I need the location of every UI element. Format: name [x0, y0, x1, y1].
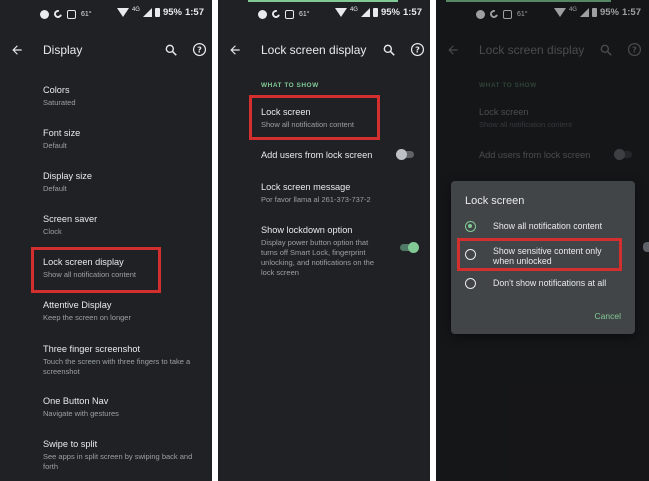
setting-three-finger-screenshot[interactable]: Three finger screenshot Touch the screen… — [43, 343, 208, 377]
search-icon[interactable] — [382, 43, 396, 57]
lock-screen-dialog: Lock screen Show all notification conten… — [451, 181, 635, 334]
setting-lockdown-option[interactable]: Show lockdown option Display power butto… — [261, 224, 386, 278]
arrow-back-icon[interactable] — [10, 43, 24, 57]
setting-summary: Default — [43, 141, 67, 150]
setting-summary: Navigate with gestures — [43, 409, 119, 418]
screenshot-icon — [285, 9, 294, 19]
setting-summary: Touch the screen with three fingers to t… — [43, 357, 191, 376]
highlight-box — [31, 247, 161, 293]
battery-icon — [154, 8, 160, 17]
screenshot-icon — [67, 9, 76, 19]
wifi-icon — [116, 8, 129, 17]
option-label: Don't show notifications at all — [493, 278, 607, 288]
lockdown-toggle[interactable] — [400, 242, 419, 253]
setting-summary: Default — [43, 184, 67, 193]
toggle-thumb — [396, 149, 407, 160]
setting-screen-saver[interactable]: Screen saver Clock — [43, 213, 208, 237]
section-header: WHAT TO SHOW — [261, 82, 319, 89]
dnd-icon — [258, 9, 267, 19]
setting-font-size[interactable]: Font size Default — [43, 127, 208, 151]
setting-title: One Button Nav — [43, 396, 109, 406]
setting-attentive-display[interactable]: Attentive Display Keep the screen on lon… — [43, 299, 208, 323]
setting-title: Screen saver — [43, 214, 98, 224]
setting-display-size[interactable]: Display size Default — [43, 170, 208, 194]
status-bar: 61° 4G 95% 1:57 — [218, 0, 430, 26]
add-users-toggle[interactable] — [396, 149, 414, 160]
radio-selected[interactable] — [465, 221, 476, 232]
option-dont-show[interactable]: Don't show notifications at all — [465, 278, 630, 294]
temperature: 61° — [299, 10, 310, 18]
setting-summary: Por favor llama al 261-373-737-2 — [261, 195, 371, 204]
svg-text:?: ? — [197, 44, 202, 54]
app-bar: Lock screen display ? — [218, 34, 430, 66]
setting-summary: Display power button option that turns o… — [261, 238, 374, 277]
night-icon — [52, 8, 64, 20]
dialog-title: Lock screen — [465, 195, 525, 207]
radio-unselected[interactable] — [465, 278, 476, 289]
setting-summary: Saturated — [43, 98, 76, 107]
network-type: 4G — [131, 6, 140, 13]
setting-summary: See apps in split screen by swiping back… — [43, 452, 193, 471]
lock-screen-display-screen: 61° 4G 95% 1:57 Lock screen display ? WH… — [218, 0, 430, 481]
setting-title: Colors — [43, 85, 70, 95]
option-show-all[interactable]: Show all notification content — [465, 221, 630, 237]
setting-title: Attentive Display — [43, 300, 112, 310]
temperature: 61° — [81, 10, 92, 18]
setting-title: Swipe to split — [43, 439, 98, 449]
battery-percent: 95% — [162, 7, 182, 18]
clock: 1:57 — [402, 7, 422, 18]
setting-title: Show lockdown option — [261, 225, 353, 235]
setting-swipe-to-split[interactable]: Swipe to split See apps in split screen … — [43, 438, 208, 472]
setting-title: Lock screen message — [261, 182, 351, 192]
search-icon[interactable] — [164, 43, 178, 57]
background-toggle-peek — [643, 242, 649, 252]
network-type: 4G — [349, 6, 358, 13]
signal-icon — [142, 8, 152, 17]
signal-icon — [360, 8, 370, 17]
clock: 1:57 — [184, 7, 204, 18]
page-title: Display — [43, 43, 83, 57]
battery-icon — [372, 8, 378, 17]
setting-lock-screen-message[interactable]: Lock screen message Por favor llama al 2… — [261, 181, 426, 205]
setting-title: Display size — [43, 171, 93, 181]
page-title: Lock screen display — [261, 43, 367, 57]
option-label: Show all notification content — [493, 221, 603, 231]
status-bar: 61° 4G 95% 1:57 — [0, 0, 212, 26]
setting-one-button-nav[interactable]: One Button Nav Navigate with gestures — [43, 395, 208, 419]
setting-title: Font size — [43, 128, 81, 138]
arrow-back-icon[interactable] — [228, 43, 242, 57]
setting-summary: Clock — [43, 227, 62, 236]
toggle-thumb — [408, 242, 419, 253]
help-icon[interactable]: ? — [410, 42, 425, 57]
highlight-box — [249, 95, 380, 140]
app-bar: Display ? — [0, 34, 212, 66]
dnd-icon — [40, 9, 49, 19]
display-settings-screen: 61° 4G 95% 1:57 Display ? Colors Saturat… — [0, 0, 212, 481]
help-icon[interactable]: ? — [192, 42, 207, 57]
svg-text:?: ? — [415, 44, 420, 54]
battery-percent: 95% — [380, 7, 400, 18]
night-icon — [270, 8, 282, 20]
highlight-box — [457, 238, 622, 271]
wifi-icon — [334, 8, 347, 17]
lock-screen-dialog-screen: 61° 4G 95% 1:57 Lock screen display ? WH… — [436, 0, 649, 481]
setting-title: Three finger screenshot — [43, 344, 141, 354]
setting-summary: Keep the screen on longer — [43, 313, 131, 322]
cancel-button[interactable]: Cancel — [595, 311, 621, 321]
setting-colors[interactable]: Colors Saturated — [43, 84, 208, 108]
